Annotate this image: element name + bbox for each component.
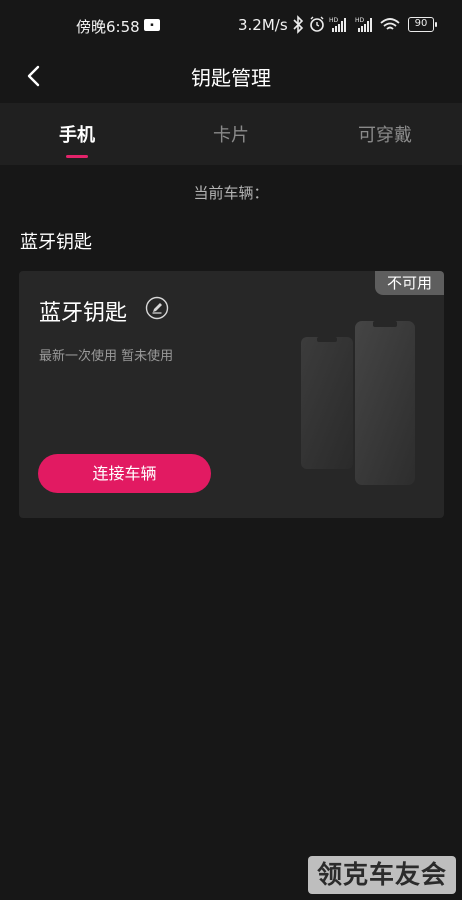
signal-hd-icon: HD [329,17,346,32]
signal-hd-icon: HD [355,17,372,32]
network-speed: 3.2M/s [238,16,288,34]
alarm-icon [310,16,324,32]
notification-icon: ▪ [144,19,160,31]
section-title: 蓝牙钥匙 [20,232,92,253]
page-title: 钥匙管理 [191,66,271,90]
svg-text:HD: HD [355,17,365,24]
tab-card[interactable]: 卡片 [171,121,291,147]
status-time: 傍晚6:58 [76,18,140,36]
tab-wearable[interactable]: 可穿戴 [325,121,445,147]
svg-text:HD: HD [329,17,339,24]
header: 钥匙管理 [0,52,462,102]
connect-vehicle-button[interactable]: 连接车辆 [38,454,211,493]
bluetooth-key-card: 不可用 蓝牙钥匙 最新一次使用 暂未使用 连接车辆 [19,271,444,518]
tab-bar: 手机 卡片 可穿戴 [0,103,462,165]
pencil-icon[interactable] [145,296,169,320]
wifi-icon [380,18,400,30]
watermark-logo: 领克车友会 [308,856,456,894]
key-name: 蓝牙钥匙 [39,301,128,326]
last-used-text: 最新一次使用 暂未使用 [39,349,174,364]
active-tab-indicator [66,155,88,158]
bluetooth-icon [293,15,304,34]
battery-icon: 90 [408,17,437,32]
status-badge: 不可用 [375,271,444,295]
status-bar: 傍晚6:58 ▪ 3.2M/s HD HD 90 [0,0,462,52]
tab-phone[interactable]: 手机 [17,121,137,147]
current-vehicle-label: 当前车辆： [193,184,269,202]
phones-illustration [301,321,415,485]
